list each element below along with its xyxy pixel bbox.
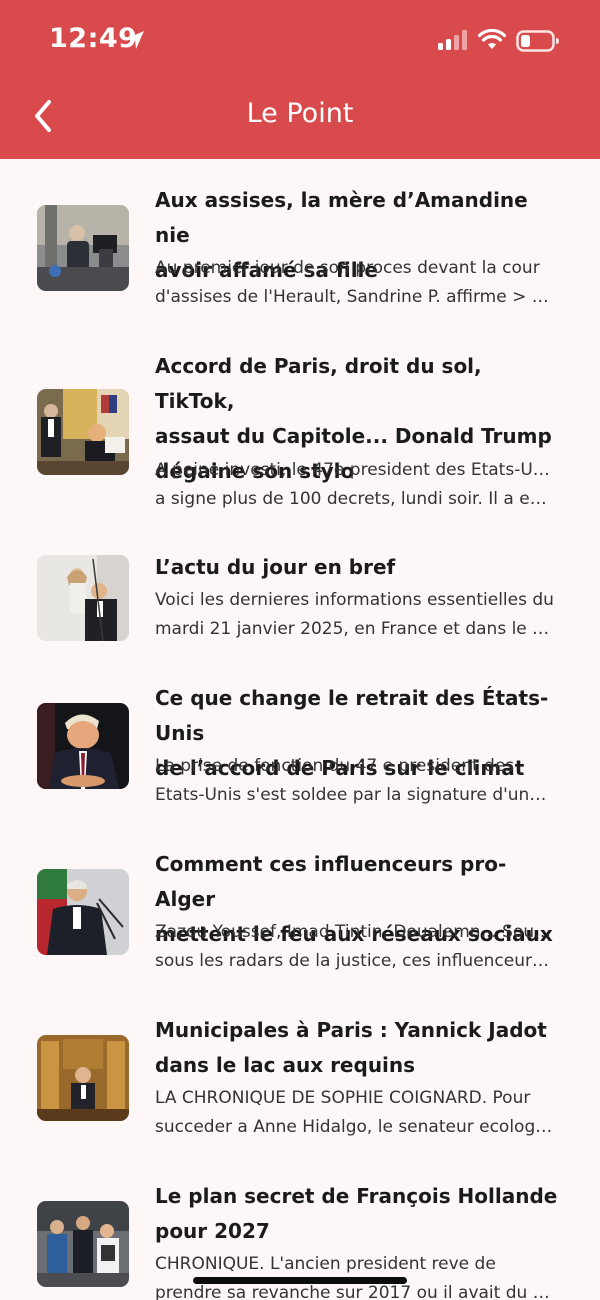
article-item[interactable]: Municipales à Paris : Yannick Jadot dans… [0,989,600,1155]
article-description: Voici les dernieres informations essenti… [155,586,555,644]
location-arrow-icon [126,31,144,49]
article-description: A peine investi, le 47e president des Et… [155,456,555,514]
article-description: La prise de fonction du 47 e president d… [155,752,555,810]
article-title-line: Accord de Paris, droit du sol, TikTok, [155,354,482,413]
article-thumbnail [37,869,129,955]
article-description-line: A peine investi, le 47e president des Et… [155,460,555,480]
article-description-line: sous les radars de la justice, ces influ… [155,951,555,971]
article-item[interactable]: Comment ces influenceurs pro-Alger mette… [0,823,600,989]
navigation-bar: Le Point [0,80,600,159]
article-description-line: La prise de fonction du 47 e president d… [155,756,515,776]
article-description: CHRONIQUE. L'ancien president reve de pr… [155,1250,555,1300]
article-thumbnail [37,1201,129,1287]
article-title-line: Aux assises, la mère d’Amandine nie [155,188,528,247]
article-description-line: d'assises de l'Herault, Sandrine P. affi… [155,287,555,307]
article-description-line: Zazou Youssef, Imad Tintin, Doualemn... … [155,922,555,942]
article-title-line: Municipales à Paris : Yannick Jadot [155,1018,547,1042]
article-title: Municipales à Paris : Yannick Jadot dans… [155,1013,565,1083]
wifi-icon [478,29,506,49]
status-bar: 12:49 [0,0,600,80]
article-thumbnail [37,205,129,291]
article-title-line: Le plan secret de François Hollande [155,1184,558,1208]
article-title-line: Comment ces influenceurs pro-Alger [155,852,507,911]
article-title: Le plan secret de François Hollande pour… [155,1179,565,1249]
article-title-line: pour 2027 [155,1219,270,1243]
article-description-line: Voici les dernieres informations essenti… [155,590,554,610]
article-title-line: assaut du Capitole... Donald Trump [155,424,552,448]
article-description-line: a signe plus de 100 decrets, lundi soir.… [155,489,555,509]
article-item[interactable]: Accord de Paris, droit du sol, TikTok, a… [0,325,600,526]
article-description-line: mardi 21 janvier 2025, en France et dans… [155,619,555,639]
article-thumbnail [37,703,129,789]
article-description-line: succeder a Anne Hidalgo, le senateur eco… [155,1117,555,1137]
home-indicator[interactable] [193,1277,407,1284]
article-description-line: LA CHRONIQUE DE SOPHIE COIGNARD. Pour [155,1088,531,1108]
article-description: LA CHRONIQUE DE SOPHIE COIGNARD. Pour su… [155,1084,555,1142]
article-title-line: L’actu du jour en bref [155,555,396,579]
article-description: Au premier jour de son proces devant la … [155,254,555,312]
article-description-line: Au premier jour de son proces devant la … [155,258,540,278]
article-title-line: dans le lac aux requins [155,1053,416,1077]
article-thumbnail [37,389,129,475]
article-item[interactable]: Ce que change le retrait des États-Unis … [0,657,600,823]
article-item[interactable]: Aux assises, la mère d’Amandine nie avoi… [0,159,600,325]
article-title-line: Ce que change le retrait des États-Unis [155,686,549,745]
article-thumbnail [37,555,129,641]
article-title: L’actu du jour en bref [155,550,565,585]
article-description-line: Etats-Unis s'est soldee par la signature… [155,785,555,805]
article-description: Zazou Youssef, Imad Tintin, Doualemn... … [155,918,555,976]
page-title: Le Point [246,98,354,129]
battery-icon [516,30,559,52]
article-item[interactable]: L’actu du jour en bref Voici les dernier… [0,526,600,657]
header-bar: 12:49 Le Point [0,0,600,159]
article-description-line: CHRONIQUE. L'ancien president reve de [155,1254,496,1274]
cellular-signal-icon [438,30,467,50]
article-thumbnail [37,1035,129,1121]
